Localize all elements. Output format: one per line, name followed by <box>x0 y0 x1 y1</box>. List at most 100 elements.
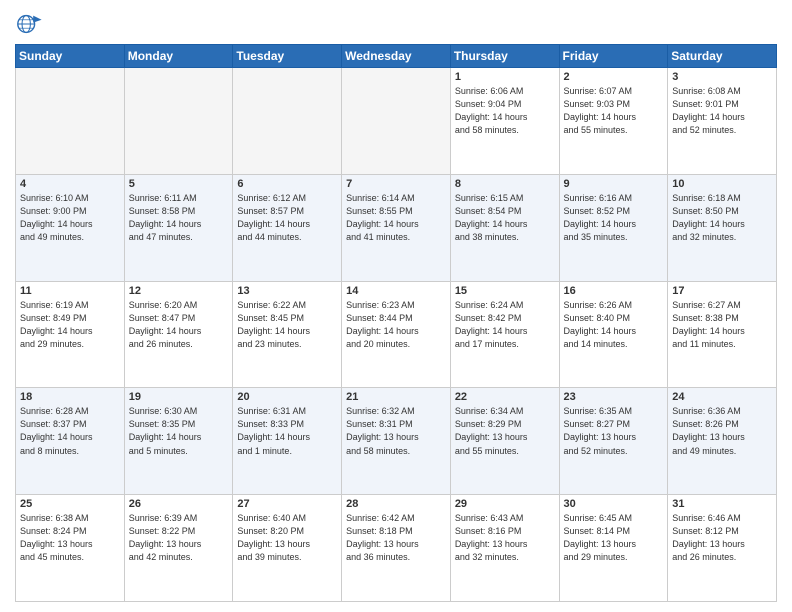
day-number: 3 <box>672 71 772 83</box>
day-info: Sunrise: 6:30 AM Sunset: 8:35 PM Dayligh… <box>129 405 229 457</box>
logo-icon <box>15 10 43 38</box>
day-number: 18 <box>20 391 120 403</box>
day-cell: 30 Sunrise: 6:45 AM Sunset: 8:14 PM Dayli… <box>559 495 668 602</box>
day-number: 31 <box>672 498 772 510</box>
day-number: 13 <box>237 285 337 297</box>
day-cell: 12 Sunrise: 6:20 AM Sunset: 8:47 PM Dayli… <box>124 281 233 388</box>
day-info: Sunrise: 6:07 AM Sunset: 9:03 PM Dayligh… <box>564 85 664 137</box>
day-info: Sunrise: 6:40 AM Sunset: 8:20 PM Dayligh… <box>237 512 337 564</box>
day-info: Sunrise: 6:20 AM Sunset: 8:47 PM Dayligh… <box>129 299 229 351</box>
day-cell: 22 Sunrise: 6:34 AM Sunset: 8:29 PM Dayli… <box>450 388 559 495</box>
calendar-header-row: SundayMondayTuesdayWednesdayThursdayFrid… <box>16 45 777 68</box>
day-info: Sunrise: 6:46 AM Sunset: 8:12 PM Dayligh… <box>672 512 772 564</box>
day-number: 10 <box>672 178 772 190</box>
day-number: 5 <box>129 178 229 190</box>
day-info: Sunrise: 6:08 AM Sunset: 9:01 PM Dayligh… <box>672 85 772 137</box>
day-number: 12 <box>129 285 229 297</box>
day-info: Sunrise: 6:26 AM Sunset: 8:40 PM Dayligh… <box>564 299 664 351</box>
day-info: Sunrise: 6:16 AM Sunset: 8:52 PM Dayligh… <box>564 192 664 244</box>
day-number: 30 <box>564 498 664 510</box>
day-cell <box>16 68 125 175</box>
day-number: 15 <box>455 285 555 297</box>
day-cell: 11 Sunrise: 6:19 AM Sunset: 8:49 PM Dayli… <box>16 281 125 388</box>
col-header-wednesday: Wednesday <box>342 45 451 68</box>
col-header-saturday: Saturday <box>668 45 777 68</box>
day-number: 4 <box>20 178 120 190</box>
day-info: Sunrise: 6:45 AM Sunset: 8:14 PM Dayligh… <box>564 512 664 564</box>
week-row-5: 25Sunrise: 6:38 AM Sunset: 8:24 PM Dayli… <box>16 495 777 602</box>
day-cell: 23Sunrise: 6:35 AM Sunset: 8:27 PM Dayli… <box>559 388 668 495</box>
day-info: Sunrise: 6:23 AM Sunset: 8:44 PM Dayligh… <box>346 299 446 351</box>
day-info: Sunrise: 6:36 AM Sunset: 8:26 PM Dayligh… <box>672 405 772 457</box>
day-cell: 31 Sunrise: 6:46 AM Sunset: 8:12 PM Dayli… <box>668 495 777 602</box>
day-cell: 25Sunrise: 6:38 AM Sunset: 8:24 PM Dayli… <box>16 495 125 602</box>
day-cell: 9 Sunrise: 6:16 AM Sunset: 8:52 PM Daylig… <box>559 174 668 281</box>
day-cell: 20 Sunrise: 6:31 AM Sunset: 8:33 PM Dayli… <box>233 388 342 495</box>
day-info: Sunrise: 6:24 AM Sunset: 8:42 PM Dayligh… <box>455 299 555 351</box>
day-number: 27 <box>237 498 337 510</box>
day-info: Sunrise: 6:19 AM Sunset: 8:49 PM Dayligh… <box>20 299 120 351</box>
day-number: 6 <box>237 178 337 190</box>
day-number: 11 <box>20 285 120 297</box>
day-cell: 6 Sunrise: 6:12 AM Sunset: 8:57 PM Daylig… <box>233 174 342 281</box>
week-row-4: 18Sunrise: 6:28 AM Sunset: 8:37 PM Dayli… <box>16 388 777 495</box>
day-info: Sunrise: 6:11 AM Sunset: 8:58 PM Dayligh… <box>129 192 229 244</box>
day-number: 9 <box>564 178 664 190</box>
day-cell: 18Sunrise: 6:28 AM Sunset: 8:37 PM Dayli… <box>16 388 125 495</box>
col-header-thursday: Thursday <box>450 45 559 68</box>
day-number: 25 <box>20 498 120 510</box>
day-cell <box>342 68 451 175</box>
day-number: 28 <box>346 498 446 510</box>
day-cell: 1 Sunrise: 6:06 AM Sunset: 9:04 PM Daylig… <box>450 68 559 175</box>
week-row-1: 1 Sunrise: 6:06 AM Sunset: 9:04 PM Daylig… <box>16 68 777 175</box>
day-number: 16 <box>564 285 664 297</box>
day-cell <box>233 68 342 175</box>
day-cell: 10 Sunrise: 6:18 AM Sunset: 8:50 PM Dayli… <box>668 174 777 281</box>
day-number: 1 <box>455 71 555 83</box>
logo <box>15 10 47 38</box>
day-number: 2 <box>564 71 664 83</box>
day-info: Sunrise: 6:42 AM Sunset: 8:18 PM Dayligh… <box>346 512 446 564</box>
col-header-monday: Monday <box>124 45 233 68</box>
day-number: 20 <box>237 391 337 403</box>
day-info: Sunrise: 6:18 AM Sunset: 8:50 PM Dayligh… <box>672 192 772 244</box>
day-info: Sunrise: 6:06 AM Sunset: 9:04 PM Dayligh… <box>455 85 555 137</box>
day-info: Sunrise: 6:10 AM Sunset: 9:00 PM Dayligh… <box>20 192 120 244</box>
day-info: Sunrise: 6:27 AM Sunset: 8:38 PM Dayligh… <box>672 299 772 351</box>
day-number: 17 <box>672 285 772 297</box>
day-cell: 24 Sunrise: 6:36 AM Sunset: 8:26 PM Dayli… <box>668 388 777 495</box>
day-info: Sunrise: 6:14 AM Sunset: 8:55 PM Dayligh… <box>346 192 446 244</box>
day-number: 14 <box>346 285 446 297</box>
day-cell: 28 Sunrise: 6:42 AM Sunset: 8:18 PM Dayli… <box>342 495 451 602</box>
day-number: 29 <box>455 498 555 510</box>
day-number: 19 <box>129 391 229 403</box>
day-cell: 26Sunrise: 6:39 AM Sunset: 8:22 PM Dayli… <box>124 495 233 602</box>
day-info: Sunrise: 6:32 AM Sunset: 8:31 PM Dayligh… <box>346 405 446 457</box>
week-row-2: 4 Sunrise: 6:10 AM Sunset: 9:00 PM Daylig… <box>16 174 777 281</box>
day-cell: 2 Sunrise: 6:07 AM Sunset: 9:03 PM Daylig… <box>559 68 668 175</box>
day-cell: 16 Sunrise: 6:26 AM Sunset: 8:40 PM Dayli… <box>559 281 668 388</box>
calendar: SundayMondayTuesdayWednesdayThursdayFrid… <box>15 44 777 602</box>
day-cell: 13Sunrise: 6:22 AM Sunset: 8:45 PM Dayli… <box>233 281 342 388</box>
day-number: 21 <box>346 391 446 403</box>
day-cell: 19 Sunrise: 6:30 AM Sunset: 8:35 PM Dayli… <box>124 388 233 495</box>
day-info: Sunrise: 6:31 AM Sunset: 8:33 PM Dayligh… <box>237 405 337 457</box>
col-header-tuesday: Tuesday <box>233 45 342 68</box>
col-header-friday: Friday <box>559 45 668 68</box>
day-cell: 8Sunrise: 6:15 AM Sunset: 8:54 PM Daylig… <box>450 174 559 281</box>
day-number: 23 <box>564 391 664 403</box>
col-header-sunday: Sunday <box>16 45 125 68</box>
day-number: 7 <box>346 178 446 190</box>
day-number: 24 <box>672 391 772 403</box>
day-cell: 29Sunrise: 6:43 AM Sunset: 8:16 PM Dayli… <box>450 495 559 602</box>
page: SundayMondayTuesdayWednesdayThursdayFrid… <box>0 0 792 612</box>
day-cell: 5 Sunrise: 6:11 AM Sunset: 8:58 PM Daylig… <box>124 174 233 281</box>
day-info: Sunrise: 6:34 AM Sunset: 8:29 PM Dayligh… <box>455 405 555 457</box>
day-number: 22 <box>455 391 555 403</box>
week-row-3: 11 Sunrise: 6:19 AM Sunset: 8:49 PM Dayli… <box>16 281 777 388</box>
header <box>15 10 777 38</box>
day-cell <box>124 68 233 175</box>
day-info: Sunrise: 6:12 AM Sunset: 8:57 PM Dayligh… <box>237 192 337 244</box>
day-cell: 4 Sunrise: 6:10 AM Sunset: 9:00 PM Daylig… <box>16 174 125 281</box>
day-info: Sunrise: 6:15 AM Sunset: 8:54 PM Dayligh… <box>455 192 555 244</box>
